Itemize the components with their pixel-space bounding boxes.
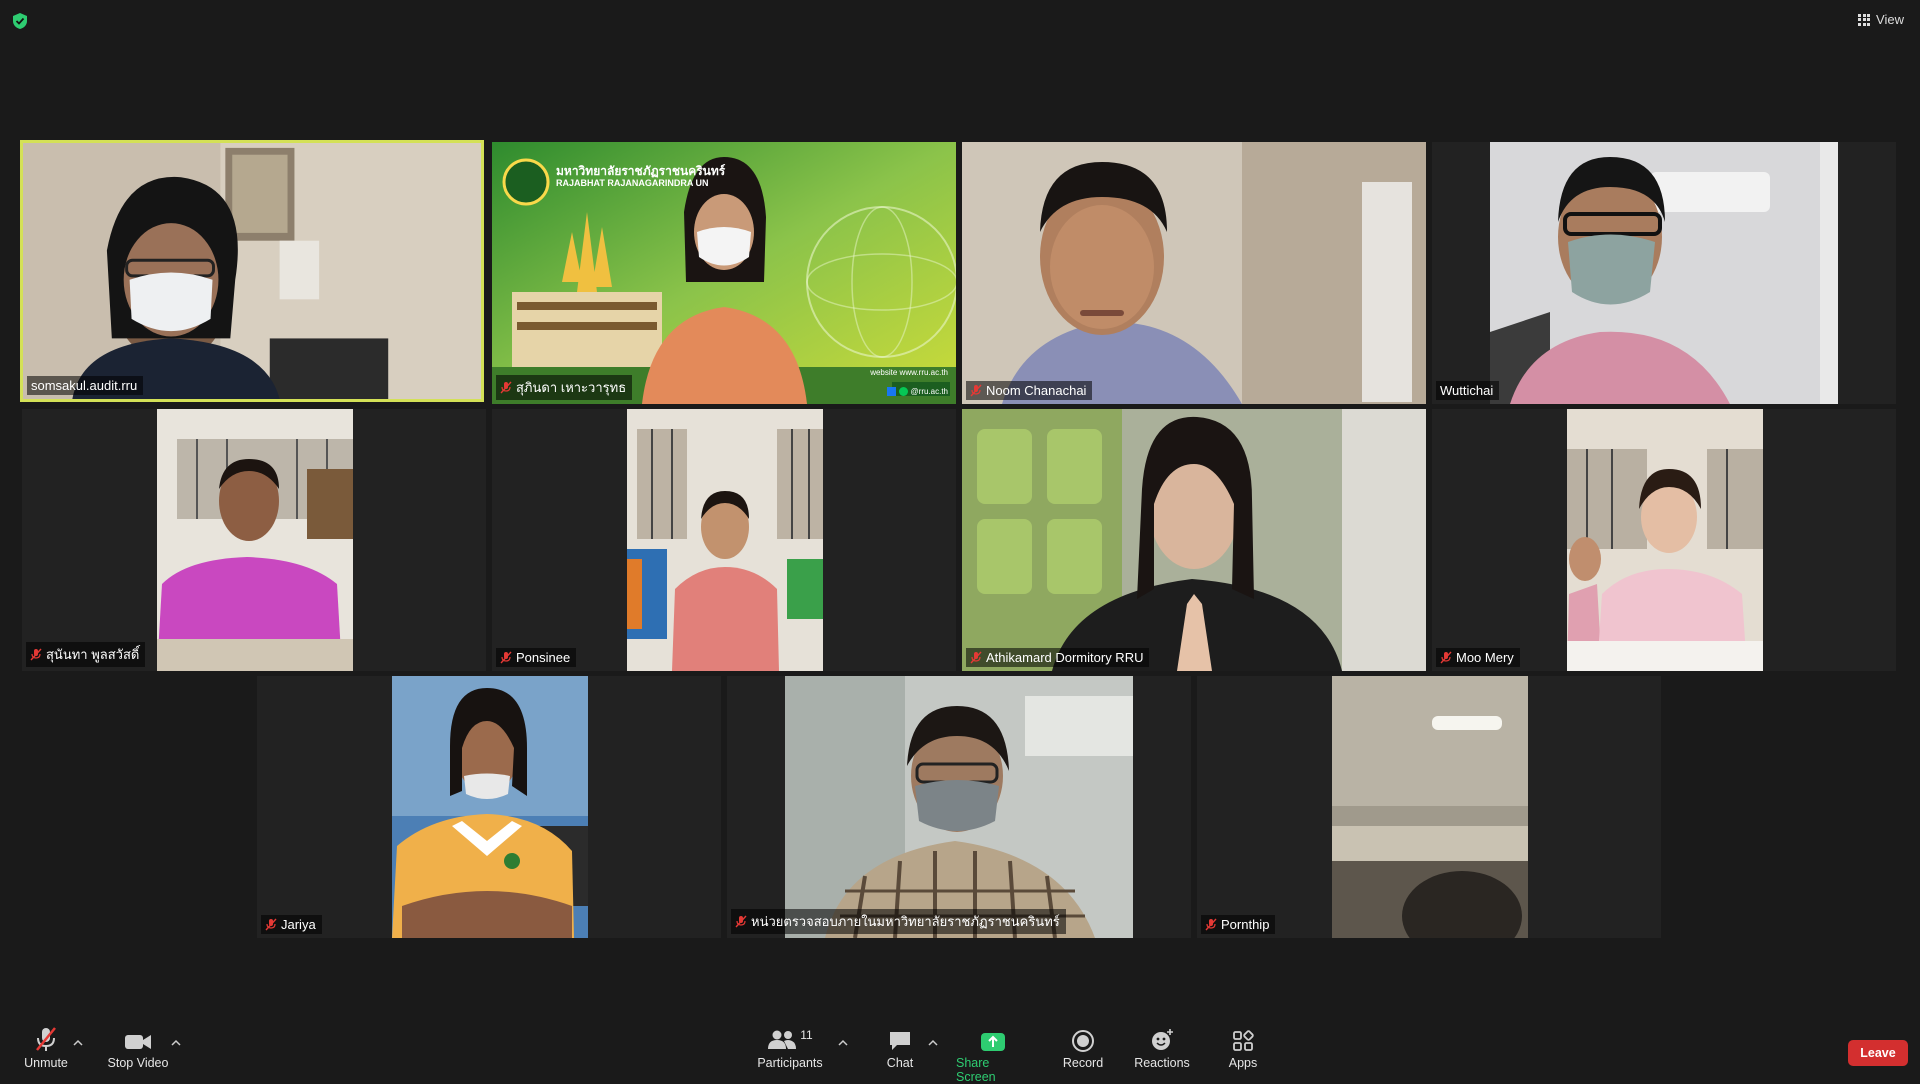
participants-button[interactable]: 11 Participants <box>756 1026 824 1070</box>
muted-mic-icon <box>30 648 42 661</box>
participant-video <box>785 676 1133 938</box>
participant-video <box>1567 409 1763 671</box>
muted-mic-icon <box>970 384 982 397</box>
video-tile[interactable]: Ponsinee <box>492 409 956 671</box>
participant-name-label: Athikamard Dormitory RRU <box>966 648 1150 667</box>
participant-video <box>962 142 1426 404</box>
muted-mic-icon <box>970 651 982 664</box>
muted-mic-icon <box>735 915 747 928</box>
participant-name-label: Ponsinee <box>496 648 577 667</box>
gallery-grid-icon <box>1858 13 1871 26</box>
participant-name-label: Wuttichai <box>1436 381 1500 400</box>
participants-icon <box>767 1029 797 1052</box>
participant-name-label: Moo Mery <box>1436 648 1520 667</box>
chat-options-chevron-icon[interactable] <box>928 1034 938 1046</box>
participant-name-label: Pornthip <box>1201 915 1276 934</box>
participants-count: 11 <box>800 1028 813 1042</box>
banner-social: @rru.ac.th <box>886 387 948 396</box>
participant-video <box>1332 676 1528 938</box>
participant-name-label: หน่วยตรวจสอบภายในมหาวิทยาลัยราชภัฏราชนคร… <box>731 909 1066 934</box>
audio-options-chevron-icon[interactable] <box>73 1034 83 1046</box>
meeting-toolbar: Unmute Stop Video 11 Participants Chat S… <box>0 1020 1920 1084</box>
stop-video-button[interactable]: Stop Video <box>106 1026 170 1070</box>
video-tile[interactable]: มหาวิทยาลัยราชภัฏราชนครินทร์ RAJABHAT RA… <box>492 142 956 404</box>
record-button[interactable]: Record <box>1063 1026 1103 1070</box>
video-tile[interactable]: หน่วยตรวจสอบภายในมหาวิทยาลัยราชภัฏราชนคร… <box>727 676 1191 938</box>
facebook-icon <box>886 387 896 396</box>
video-camera-icon <box>124 1026 152 1052</box>
apps-button[interactable]: Apps <box>1227 1026 1259 1070</box>
video-tile[interactable]: somsakul.audit.rru <box>20 140 484 402</box>
participant-name-label: สุนันทา พูลสวัสดิ์ <box>26 642 146 667</box>
video-options-chevron-icon[interactable] <box>171 1034 181 1046</box>
video-tile[interactable]: Noom Chanachai <box>962 142 1426 404</box>
participant-name-label: Jariya <box>261 915 322 934</box>
muted-mic-icon <box>1205 918 1217 931</box>
muted-mic-icon <box>1440 651 1452 664</box>
chat-button[interactable]: Chat <box>880 1026 920 1070</box>
participant-video <box>1490 142 1838 404</box>
smiley-reaction-icon <box>1150 1026 1174 1052</box>
reactions-button[interactable]: Reactions <box>1134 1026 1190 1070</box>
video-tile[interactable]: Moo Mery <box>1432 409 1896 671</box>
leave-meeting-button[interactable]: Leave <box>1848 1040 1908 1066</box>
video-tile[interactable]: Athikamard Dormitory RRU <box>962 409 1426 671</box>
line-icon <box>898 387 908 396</box>
banner-english-title: RAJABHAT RAJANAGARINDRA UN <box>556 178 709 188</box>
security-shield-icon[interactable] <box>12 12 28 30</box>
view-button[interactable]: View <box>1858 12 1904 27</box>
unmute-button[interactable]: Unmute <box>22 1026 70 1070</box>
video-tile[interactable]: Jariya <box>257 676 721 938</box>
participant-video <box>962 409 1426 671</box>
participant-video <box>627 409 823 671</box>
chat-bubble-icon <box>888 1026 912 1052</box>
top-bar: View <box>0 0 1920 40</box>
record-circle-icon <box>1072 1026 1094 1052</box>
banner-website: website www.rru.ac.th <box>870 368 948 377</box>
participant-video <box>23 143 481 399</box>
muted-mic-icon <box>500 381 512 394</box>
participant-name-label: somsakul.audit.rru <box>27 376 144 395</box>
video-tile[interactable]: Wuttichai <box>1432 142 1896 404</box>
participants-options-chevron-icon[interactable] <box>838 1034 848 1046</box>
muted-microphone-icon <box>34 1026 58 1052</box>
participant-name-label: Noom Chanachai <box>966 381 1093 400</box>
participant-video <box>392 676 588 938</box>
video-tile[interactable]: สุนันทา พูลสวัสดิ์ <box>22 409 486 671</box>
apps-grid-icon <box>1232 1026 1254 1052</box>
muted-mic-icon <box>265 918 277 931</box>
share-screen-arrow-icon <box>980 1026 1006 1052</box>
participant-video <box>157 409 353 671</box>
participant-name-label: สุภินดา เหาะวารุทธ <box>496 375 633 400</box>
muted-mic-icon <box>500 651 512 664</box>
share-screen-button[interactable]: Share Screen <box>956 1026 1030 1084</box>
participant-video: มหาวิทยาลัยราชภัฏราชนครินทร์ RAJABHAT RA… <box>492 142 956 404</box>
video-tile[interactable]: Pornthip <box>1197 676 1661 938</box>
view-label: View <box>1876 12 1904 27</box>
